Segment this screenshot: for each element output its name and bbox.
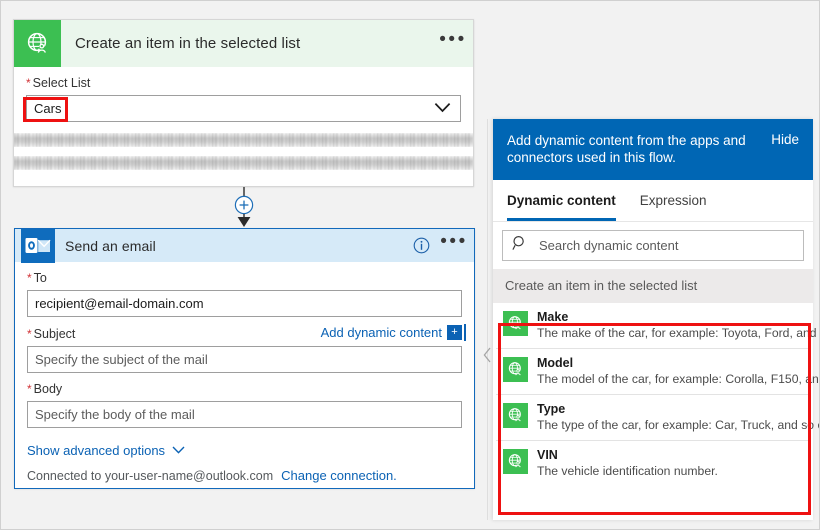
action-title: Create an item in the selected list (61, 35, 300, 52)
tab-expression[interactable]: Expression (640, 180, 707, 221)
list-item[interactable]: VIN The vehicle identification number. (496, 441, 810, 486)
subject-label: *Subject (27, 327, 75, 341)
show-advanced-options-button[interactable]: Show advanced options (27, 441, 462, 459)
panel-collapse-handle[interactable] (482, 341, 493, 373)
connected-to-text: Connected to your-user-name@outlook.com (27, 469, 273, 483)
list-item[interactable]: Make The make of the car, for example: T… (496, 303, 810, 349)
outlook-icon (21, 229, 55, 263)
tab-dynamic-content[interactable]: Dynamic content (507, 180, 616, 221)
subject-row: *Subject Add dynamic content + (27, 325, 462, 343)
email-card-body: *To recipient@email-domain.com *Subject … (15, 262, 474, 483)
blur-band (14, 156, 473, 170)
chevron-down-icon (434, 100, 451, 118)
dynamic-content-panel: Add dynamic content from the apps and co… (493, 119, 813, 520)
required-asterisk: * (27, 271, 32, 285)
to-value: recipient@email-domain.com (28, 296, 204, 311)
to-label: *To (27, 271, 462, 285)
panel-hide-button[interactable]: Hide (771, 132, 799, 147)
required-asterisk: * (27, 382, 32, 396)
blur-band (14, 133, 473, 147)
list-item-text: Make The make of the car, for example: T… (537, 310, 804, 341)
flow-canvas: Create an item in the selected list ••• … (1, 1, 493, 530)
power-automate-flow-designer: Create an item in the selected list ••• … (0, 0, 820, 530)
action-card-header[interactable]: Create an item in the selected list ••• (14, 20, 473, 67)
list-item-title: Make (537, 310, 804, 325)
show-advanced-options-label: Show advanced options (27, 443, 165, 458)
dynamic-content-group-label: Create an item in the selected list (493, 269, 813, 303)
to-input[interactable]: recipient@email-domain.com (27, 290, 462, 317)
globe-person-icon (503, 311, 528, 336)
list-item-title: Model (537, 356, 804, 371)
panel-header-text: Add dynamic content from the apps and co… (507, 132, 771, 166)
globe-person-icon (503, 449, 528, 474)
panel-rail (487, 119, 488, 520)
list-item-description: The make of the car, for example: Toyota… (537, 325, 804, 341)
list-item-title: VIN (537, 448, 718, 463)
obscured-field-1 (14, 133, 473, 147)
info-icon[interactable] (408, 237, 434, 254)
connection-row: Connected to your-user-name@outlook.com … (27, 468, 462, 483)
change-connection-link[interactable]: Change connection. (281, 468, 397, 483)
add-dynamic-content-button[interactable]: Add dynamic content + (321, 325, 462, 340)
action-card-send-email[interactable]: Send an email ••• *To recipient@ (14, 228, 475, 489)
subject-label-text: Subject (34, 327, 76, 341)
email-more-menu-button[interactable]: ••• (434, 237, 474, 255)
search-icon (512, 235, 528, 256)
list-item-description: The type of the car, for example: Car, T… (537, 417, 804, 433)
globe-person-icon (503, 357, 528, 382)
panel-header: Add dynamic content from the apps and co… (493, 119, 813, 180)
add-step-connector[interactable] (229, 187, 259, 227)
add-dynamic-content-label: Add dynamic content (321, 325, 442, 340)
list-item-description: The vehicle identification number. (537, 463, 718, 479)
chevron-down-icon (172, 441, 185, 459)
globe-person-icon (14, 20, 61, 67)
list-item-description: The model of the car, for example: Corol… (537, 371, 804, 387)
select-list-label: *Select List (26, 76, 461, 90)
dynamic-content-list: Make The make of the car, for example: T… (493, 303, 813, 486)
list-item[interactable]: Model The model of the car, for example:… (496, 349, 810, 395)
search-dynamic-content-box[interactable] (502, 230, 804, 261)
action-card-body: *Select List Cars (14, 67, 473, 122)
body-label-text: Body (34, 382, 63, 396)
body-input[interactable]: Specify the body of the mail (27, 401, 462, 428)
select-list-label-text: Select List (33, 76, 91, 90)
list-item[interactable]: Type The type of the car, for example: C… (496, 395, 810, 441)
body-label: *Body (27, 382, 462, 396)
select-list-value: Cars (27, 101, 61, 116)
search-input[interactable] (537, 237, 803, 254)
email-action-title: Send an email (61, 238, 156, 254)
subject-input[interactable]: Specify the subject of the mail (27, 346, 462, 373)
obscured-field-2 (14, 156, 473, 170)
list-item-text: Model The model of the car, for example:… (537, 356, 804, 387)
add-dynamic-content-badge-icon: + (447, 325, 462, 340)
body-placeholder: Specify the body of the mail (28, 407, 195, 422)
panel-tabs: Dynamic content Expression (493, 180, 813, 222)
to-label-text: To (34, 271, 47, 285)
list-item-title: Type (537, 402, 804, 417)
email-card-header[interactable]: Send an email ••• (15, 229, 474, 262)
globe-person-icon (503, 403, 528, 428)
required-asterisk: * (26, 76, 31, 90)
list-item-text: Type The type of the car, for example: C… (537, 402, 804, 433)
list-item-text: VIN The vehicle identification number. (537, 448, 718, 479)
select-list-dropdown[interactable]: Cars (26, 95, 461, 122)
search-area (493, 222, 813, 269)
chevron-left-icon (483, 347, 492, 368)
required-asterisk: * (27, 327, 32, 341)
subject-placeholder: Specify the subject of the mail (28, 352, 208, 367)
action-more-menu-button[interactable]: ••• (433, 35, 473, 53)
